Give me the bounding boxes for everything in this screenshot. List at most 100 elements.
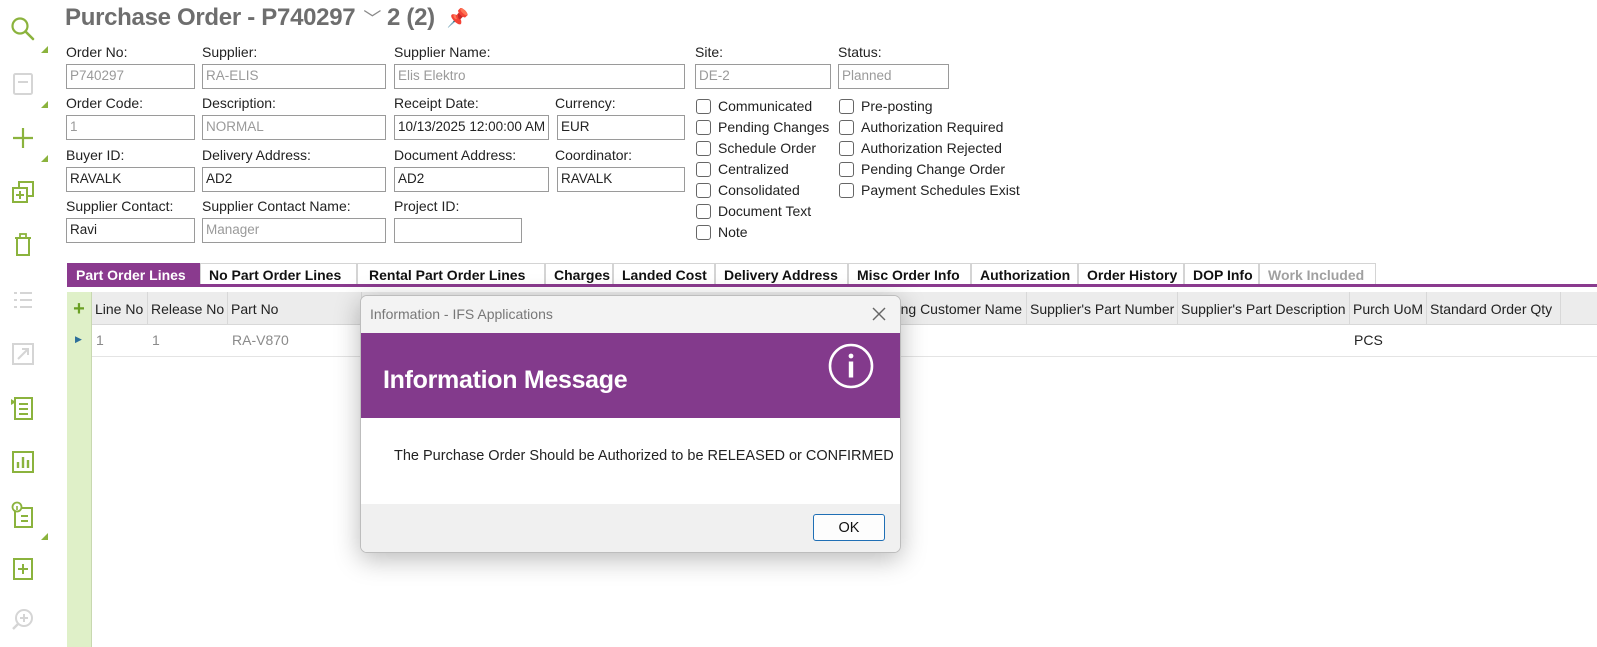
tab-misc-order-info[interactable]: Misc Order Info (848, 263, 971, 285)
tab-authorization[interactable]: Authorization (971, 263, 1078, 285)
new-menu-indicator (41, 155, 48, 162)
info-list-icon[interactable] (8, 500, 38, 530)
tab-rental-part-order-lines[interactable]: Rental Part Order Lines (357, 263, 545, 285)
checkbox-box[interactable] (696, 203, 711, 219)
status-field[interactable]: Planned (838, 64, 949, 89)
duplicate-icon[interactable] (8, 177, 38, 207)
supplier-field[interactable]: RA-ELIS (202, 64, 386, 89)
supplier-name-field[interactable]: Elis Elektro (394, 64, 685, 89)
checkbox-box[interactable] (696, 224, 711, 240)
column-header-standard-order-qty[interactable]: Standard Order Qty (1427, 292, 1561, 325)
supplier-name-label: Supplier Name: (394, 44, 491, 60)
column-header-purch-uom[interactable]: Purch UoM (1350, 292, 1427, 325)
project-id-field[interactable] (394, 218, 522, 243)
checkbox-box[interactable] (839, 182, 854, 198)
site-label: Site: (695, 44, 724, 60)
tab-dop-info[interactable]: DOP Info (1184, 263, 1259, 285)
checkbox-label: Communicated (718, 98, 813, 114)
status-label: Status: (838, 44, 882, 60)
column-header-supplier-part-description[interactable]: Supplier's Part Description (1178, 292, 1350, 325)
supplier-contact-field[interactable]: Ravi (66, 218, 195, 243)
checkbox-box[interactable] (696, 161, 711, 177)
tab-delivery-address[interactable]: Delivery Address (715, 263, 848, 285)
tab-landed-cost[interactable]: Landed Cost (613, 263, 715, 285)
pin-icon[interactable]: 📌 (447, 8, 469, 29)
checkbox-box[interactable] (696, 98, 711, 114)
document-list-icon[interactable] (8, 393, 38, 423)
checkbox-label: Document Text (718, 203, 812, 219)
checkbox-label: Authorization Rejected (861, 140, 1002, 156)
add-note-icon[interactable] (8, 554, 38, 584)
cell-line-no[interactable]: 1 (96, 332, 104, 350)
checkbox-box[interactable] (839, 140, 854, 156)
checkbox-box[interactable] (696, 182, 711, 198)
left-toolbar (0, 0, 48, 647)
currency-field[interactable]: EUR (557, 115, 685, 140)
note-checkbox[interactable]: Note (696, 224, 748, 240)
column-header-line-no[interactable]: Line No (92, 292, 148, 325)
document-address-field[interactable]: AD2 (394, 167, 549, 192)
checkbox-box[interactable] (696, 119, 711, 135)
purchase-order-screen: Purchase Order - P740297 ﹀ 2 (2) 📌 Order… (0, 0, 1597, 647)
column-header-customer-name[interactable]: ing Customer Name (895, 292, 1027, 325)
record-position: 2 (2) (387, 4, 435, 31)
cell-purch-uom[interactable]: PCS (1354, 332, 1383, 350)
chart-icon[interactable] (8, 447, 38, 477)
supplier-contact-name-field[interactable]: Manager (202, 218, 386, 243)
schedule-order-checkbox[interactable]: Schedule Order (696, 140, 816, 156)
communicated-checkbox[interactable]: Communicated (696, 98, 812, 114)
tab-underline (67, 284, 1597, 287)
payment-schedules-exist-checkbox[interactable]: Payment Schedules Exist (839, 182, 1020, 198)
new-icon[interactable] (8, 123, 38, 153)
info-icon (828, 343, 874, 389)
tab-work-included[interactable]: Work Included (1259, 263, 1376, 285)
order-no-field[interactable]: P740297 (66, 64, 195, 89)
pre-posting-checkbox[interactable]: Pre-posting (839, 98, 933, 114)
dialog-footer: OK (361, 504, 900, 552)
coordinator-field[interactable]: RAVALK (557, 167, 685, 192)
tab-no-part-order-lines[interactable]: No Part Order Lines (200, 263, 357, 285)
column-header-release-no[interactable]: Release No (148, 292, 228, 325)
column-header-part-no[interactable]: Part No (228, 292, 362, 325)
cell-part-no[interactable]: RA-V870 (232, 332, 289, 350)
document-text-checkbox[interactable]: Document Text (696, 203, 811, 219)
site-field[interactable]: DE-2 (695, 64, 831, 89)
authorization-rejected-checkbox[interactable]: Authorization Rejected (839, 140, 1002, 156)
search-icon[interactable] (8, 14, 38, 44)
authorization-required-checkbox[interactable]: Authorization Required (839, 119, 1003, 135)
checkbox-box[interactable] (839, 119, 854, 135)
expand-icon[interactable] (8, 339, 38, 369)
dialog-message: The Purchase Order Should be Authorized … (394, 448, 894, 464)
consolidated-checkbox[interactable]: Consolidated (696, 182, 800, 198)
zoom-add-icon[interactable] (8, 605, 38, 635)
description-field[interactable]: NORMAL (202, 115, 386, 140)
save-icon[interactable] (8, 69, 38, 99)
dialog-title-bar: Information - IFS Applications (361, 296, 900, 333)
delivery-address-field[interactable]: AD2 (202, 167, 386, 192)
ok-button[interactable]: OK (813, 514, 885, 541)
page-title: Purchase Order - P740297 ﹀ 2 (2) 📌 (65, 4, 469, 32)
pending-change-order-checkbox[interactable]: Pending Change Order (839, 161, 1005, 177)
add-row-icon[interactable]: + (70, 299, 88, 319)
supplier-contact-label: Supplier Contact: (66, 198, 174, 214)
tab-part-order-lines[interactable]: Part Order Lines (67, 263, 200, 285)
buyer-id-field[interactable]: RAVALK (66, 167, 195, 192)
checkbox-box[interactable] (839, 98, 854, 114)
centralized-checkbox[interactable]: Centralized (696, 161, 789, 177)
column-header-supplier-part-number[interactable]: Supplier's Part Number (1027, 292, 1178, 325)
checkbox-label: Schedule Order (718, 140, 817, 156)
close-icon[interactable] (870, 305, 888, 323)
tab-charges[interactable]: Charges (545, 263, 613, 285)
pending-changes-checkbox[interactable]: Pending Changes (696, 119, 829, 135)
dialog-window-title: Information - IFS Applications (370, 306, 553, 322)
dialog-heading: Information Message (383, 366, 628, 394)
checkbox-box[interactable] (696, 140, 711, 156)
list-icon[interactable] (8, 285, 38, 315)
receipt-date-field[interactable]: 10/13/2025 12:00:00 AM (394, 115, 549, 140)
tab-order-history[interactable]: Order History (1078, 263, 1184, 285)
cell-release-no[interactable]: 1 (152, 332, 160, 350)
delete-icon[interactable] (8, 230, 38, 260)
chevron-down-icon[interactable]: ﹀ (363, 5, 381, 31)
checkbox-box[interactable] (839, 161, 854, 177)
order-code-field[interactable]: 1 (66, 115, 195, 140)
